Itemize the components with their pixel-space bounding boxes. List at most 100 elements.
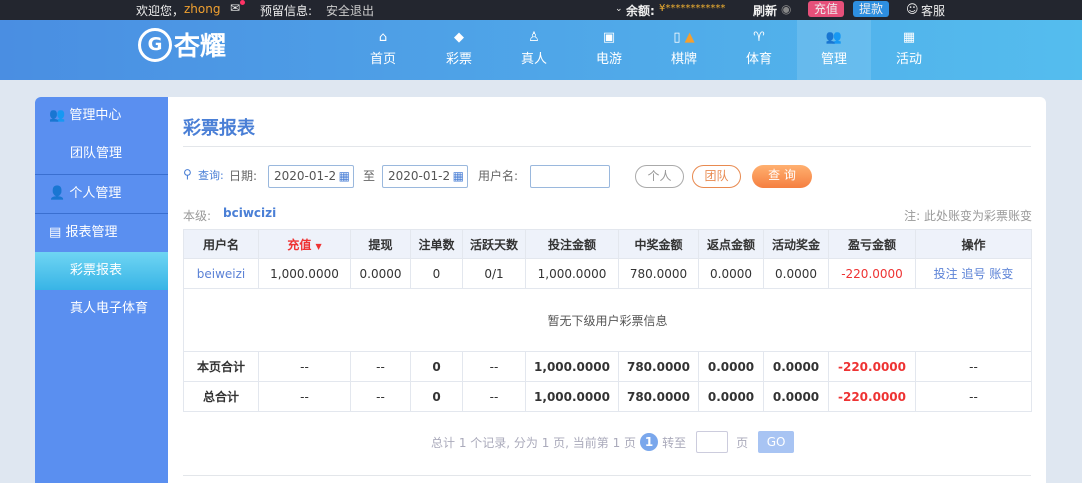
balance-value: ¥************ — [659, 3, 726, 14]
chase-link[interactable]: 追号 — [961, 267, 985, 281]
page-1-button[interactable]: 1 — [640, 433, 659, 451]
date-from-value: 2020-01-2 — [274, 169, 337, 183]
sidebar-item-lottery-report[interactable]: 彩票报表 — [35, 252, 168, 290]
cell: -- — [915, 351, 1032, 382]
bet-link[interactable]: 投注 — [934, 267, 958, 281]
sidebar-label: 真人电子体育 — [70, 301, 149, 316]
to-label: 至 — [363, 169, 376, 183]
nav-label: 彩票 — [445, 52, 472, 67]
col-recharge[interactable]: 充值 ▼ — [258, 229, 351, 259]
col-rebate: 返点金额 — [698, 229, 764, 259]
cell: -- — [462, 351, 526, 382]
level-user: bciwcizi — [223, 206, 277, 220]
date-to-value: 2020-01-2 — [388, 169, 451, 183]
nav-home[interactable]: ⌂ 首页 — [346, 20, 420, 80]
nav-manage[interactable]: 👥 管理 — [797, 20, 871, 80]
nav-chess[interactable]: ▯ ▲ 棋牌 — [647, 20, 721, 80]
slot-icon: ▣ — [602, 30, 616, 45]
user-icon: 👤 — [49, 186, 66, 201]
level-label: 本级: — [183, 209, 212, 223]
calendar-icon[interactable]: ▦ — [453, 169, 464, 183]
col-withdraw: 提现 — [350, 229, 411, 259]
chat-icon[interactable]: ☺ — [906, 2, 919, 16]
account-change-link[interactable]: 账变 — [989, 267, 1013, 281]
service-link[interactable]: 客服 — [921, 2, 945, 19]
nav-activity[interactable]: ▦ 活动 — [872, 20, 946, 80]
nav-slots[interactable]: ▣ 电游 — [572, 20, 646, 80]
sidebar: 👥 管理中心 团队管理 👤 个人管理 ▤ 报表管理 彩票报表 真人电子体育 — [35, 97, 168, 483]
cell: 0.0000 — [763, 258, 829, 289]
cell: 0.0000 — [707, 359, 755, 374]
empty-row: 暂无下级用户彩票信息 — [183, 288, 1032, 352]
home-icon: ⌂ — [378, 30, 388, 45]
table-row: beiweizi 1,000.0000 0.0000 0 0/1 1,000.0… — [183, 258, 1032, 289]
nav-label: 棋牌 — [670, 52, 697, 67]
nav-label: 管理 — [820, 52, 847, 67]
chevron-down-icon[interactable]: ⌄ — [615, 4, 623, 14]
sidebar-item-live-sports[interactable]: 真人电子体育 — [35, 290, 168, 328]
calendar-icon[interactable]: ▦ — [339, 169, 350, 183]
recharge-button[interactable]: 充值 — [808, 1, 845, 17]
ticket-icon: ◆ — [454, 30, 464, 45]
mail-icon[interactable]: ✉ — [230, 0, 245, 15]
table-header: 用户名 充值 ▼ 提现 注单数 活跃天数 投注金额 中奖金额 返点金额 活动奖金… — [183, 229, 1032, 259]
cell: 0.0000 — [772, 389, 820, 404]
sidebar-item-team[interactable]: 团队管理 — [35, 135, 168, 173]
cell: 0 — [410, 258, 463, 289]
personal-button[interactable]: 个人 — [635, 165, 684, 188]
balance-label: 余额: — [626, 4, 655, 18]
document-icon: ▤ — [49, 225, 62, 240]
query-button[interactable]: 查 询 — [752, 165, 812, 188]
cell: 0.0000 — [772, 359, 820, 374]
sidebar-label: 团队管理 — [70, 146, 123, 161]
nav-sports[interactable]: ♈ 体育 — [722, 20, 796, 80]
date-label: 日期: — [229, 169, 258, 183]
nav-live[interactable]: ♙ 真人 — [497, 20, 571, 80]
sidebar-item-management-center[interactable]: 👥 管理中心 — [35, 97, 168, 135]
team-button[interactable]: 团队 — [692, 165, 741, 188]
cell: -- — [915, 381, 1032, 412]
pager-summary: 总计 1 个记录, 分为 1 页, 当前第 1 页 — [431, 435, 637, 450]
page-label: 页 — [736, 435, 749, 450]
sidebar-item-personal[interactable]: 👤 个人管理 — [35, 174, 168, 212]
col-orders: 注单数 — [410, 229, 463, 259]
sidebar-label: 报表管理 — [65, 225, 118, 240]
cell-username[interactable]: beiweizi — [183, 258, 259, 289]
cell: 1,000.0000 — [534, 389, 610, 404]
cell: -- — [258, 381, 351, 412]
page-input[interactable] — [696, 431, 729, 453]
cell: 总合计 — [202, 390, 239, 404]
cell: 0 — [432, 359, 441, 374]
username-input[interactable] — [530, 165, 610, 188]
cell: 1,000.0000 — [534, 359, 610, 374]
col-actions: 操作 — [915, 229, 1032, 259]
main-nav: G 杏耀 ⌂ 首页 ◆ 彩票 ♙ 真人 ▣ 电游 ▯ ▲ 棋牌 ♈ 体育 👥 管理 ▦ 活动 — [0, 20, 1082, 80]
trophy-icon: ♈ — [753, 30, 765, 45]
col-active-days: 活跃天数 — [462, 229, 526, 259]
logo[interactable]: G 杏耀 — [138, 26, 226, 63]
nav-label: 体育 — [745, 52, 772, 67]
date-from-input[interactable]: 2020-01-2 ▦ — [268, 165, 354, 188]
eye-icon[interactable]: ◉ — [781, 2, 791, 16]
cell: 0/1 — [462, 258, 526, 289]
note-text: 注: 此处账变为彩票账变 — [904, 209, 1032, 223]
nav-label: 真人 — [520, 52, 547, 67]
grand-total-row: 总合计 -- -- 0 -- 1,000.0000 780.0000 0.000… — [183, 381, 1032, 412]
go-button[interactable]: GO — [758, 431, 795, 453]
refresh-button[interactable]: 刷新 — [753, 2, 777, 19]
cell-profit: -220.0000 — [838, 359, 906, 374]
date-to-input[interactable]: 2020-01-2 ▦ — [382, 165, 468, 188]
sidebar-item-reports[interactable]: ▤ 报表管理 — [35, 213, 168, 251]
users-icon: 👥 — [825, 30, 843, 45]
logout-link[interactable]: 安全退出 — [326, 2, 374, 19]
sort-desc-icon[interactable]: ▼ — [316, 242, 322, 251]
logo-emblem-icon: G — [138, 27, 172, 62]
users-icon: 👥 — [49, 108, 66, 123]
nav-lottery[interactable]: ◆ 彩票 — [422, 20, 496, 80]
person-icon: ♙ — [528, 30, 540, 45]
query-label: 查询: — [198, 169, 224, 182]
cell-profit: -220.0000 — [838, 389, 906, 404]
col-win-amount: 中奖金额 — [618, 229, 699, 259]
divider — [183, 146, 1031, 147]
withdraw-button[interactable]: 提款 — [853, 1, 890, 17]
